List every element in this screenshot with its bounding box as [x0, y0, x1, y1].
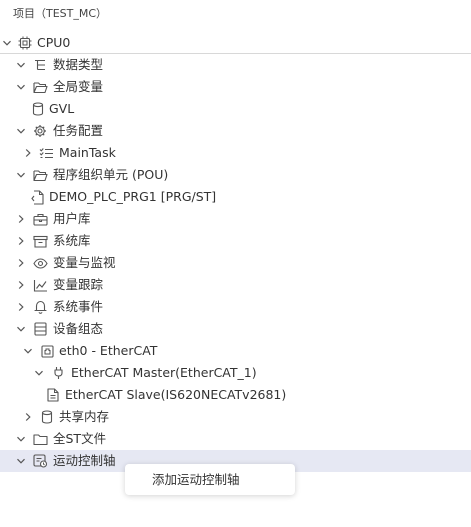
tree-item-label: DEMO_PLC_PRG1 [PRG/ST]	[49, 189, 217, 204]
chevron-down-icon[interactable]	[14, 120, 28, 142]
chevron-down-icon[interactable]	[21, 340, 35, 362]
bell-icon	[32, 296, 48, 318]
chevron-right-icon[interactable]	[14, 274, 28, 296]
tree-item-ethercat-slave[interactable]: EtherCAT Slave(IS620NECATv2681)	[0, 384, 471, 406]
chevron-right-icon[interactable]	[14, 296, 28, 318]
task-list-icon	[38, 142, 54, 164]
device-stack-icon	[32, 318, 48, 340]
tree-item-maintask[interactable]: MainTask	[0, 142, 471, 164]
tree-item-ethercat-master[interactable]: EtherCAT Master(EtherCAT_1)	[0, 362, 471, 384]
tree-item-label: 系统库	[53, 233, 91, 248]
tree-item-label: 程序组织单元 (POU)	[53, 167, 169, 182]
tree-item-all-st-files[interactable]: 全ST文件	[0, 428, 471, 450]
chevron-down-icon[interactable]	[0, 32, 14, 54]
tree-item-label: EtherCAT Slave(IS620NECATv2681)	[65, 387, 287, 402]
folder-icon	[32, 428, 48, 450]
chevron-right-icon[interactable]	[14, 208, 28, 230]
tree-divider	[0, 53, 471, 54]
tree-item-user-lib[interactable]: 用户库	[0, 208, 471, 230]
tree-item-label: 变量与监视	[53, 255, 116, 270]
project-panel-title: 项目（TEST_MC）	[13, 7, 108, 20]
tree-item-label: 共享内存	[59, 409, 110, 424]
database-icon	[30, 98, 46, 120]
tree-item-label: 系统事件	[53, 299, 104, 314]
tree-item-label: 变量跟踪	[53, 277, 104, 292]
tree-item-label: EtherCAT Master(EtherCAT_1)	[71, 365, 257, 380]
eye-icon	[32, 252, 48, 274]
context-menu-add-motion-axis[interactable]: 添加运动控制轴	[152, 464, 240, 495]
tree-item-cpu0[interactable]: CPU0	[0, 32, 471, 54]
tree-item-label: 全ST文件	[53, 431, 107, 446]
chevron-down-icon[interactable]	[14, 450, 28, 472]
slave-file-icon	[45, 384, 61, 406]
database-icon	[39, 406, 55, 428]
chevron-right-icon[interactable]	[21, 406, 35, 428]
tree-item-gvl[interactable]: GVL	[0, 98, 471, 120]
tree-item-trace[interactable]: 变量跟踪	[0, 274, 471, 296]
tree-item-label: 任务配置	[53, 123, 104, 138]
trend-chart-icon	[32, 274, 48, 296]
chevron-down-icon[interactable]	[14, 318, 28, 340]
data-type-icon	[32, 54, 48, 76]
chevron-right-icon[interactable]	[14, 230, 28, 252]
tree-item-global-vars[interactable]: 全局变量	[0, 76, 471, 98]
tree-item-pou[interactable]: 程序组织单元 (POU)	[0, 164, 471, 186]
tree-item-eth0[interactable]: eth0 - EtherCAT	[0, 340, 471, 362]
briefcase-icon	[32, 208, 48, 230]
tree-item-label: 设备组态	[53, 321, 104, 336]
chevron-down-icon[interactable]	[14, 54, 28, 76]
archive-icon	[32, 230, 48, 252]
tree-item-device-config[interactable]: 设备组态	[0, 318, 471, 340]
gear-icon	[32, 120, 48, 142]
folder-open-icon	[32, 164, 48, 186]
chevron-down-icon[interactable]	[14, 76, 28, 98]
tree-item-label: 用户库	[53, 211, 91, 226]
tree-item-system-lib[interactable]: 系统库	[0, 230, 471, 252]
chevron-right-icon[interactable]	[14, 252, 28, 274]
tree-item-label: 运动控制轴	[53, 453, 116, 468]
network-port-icon	[39, 340, 55, 362]
tree-item-label: GVL	[49, 101, 75, 116]
tree-item-data-types[interactable]: 数据类型	[0, 54, 471, 76]
motion-axis-icon	[32, 450, 48, 472]
project-tree: CPU0 数据类型 全局变量 GVL 任务配置 MainTask 程序组织单元 …	[0, 32, 471, 472]
cpu-icon	[17, 32, 33, 54]
plug-icon	[50, 362, 66, 384]
tree-item-task-config[interactable]: 任务配置	[0, 120, 471, 142]
tree-item-demo-plc-prg1[interactable]: DEMO_PLC_PRG1 [PRG/ST]	[0, 186, 471, 208]
chevron-right-icon[interactable]	[21, 142, 35, 164]
chevron-down-icon[interactable]	[14, 428, 28, 450]
tree-item-watch[interactable]: 变量与监视	[0, 252, 471, 274]
tree-item-label: MainTask	[59, 145, 116, 160]
tree-item-system-events[interactable]: 系统事件	[0, 296, 471, 318]
folder-open-icon	[32, 76, 48, 98]
context-menu: 添加运动控制轴	[125, 464, 295, 495]
tree-item-label: 全局变量	[53, 79, 104, 94]
tree-item-label: 数据类型	[53, 57, 104, 72]
program-file-icon	[29, 186, 45, 208]
tree-item-label: eth0 - EtherCAT	[59, 343, 158, 358]
chevron-down-icon[interactable]	[32, 362, 46, 384]
chevron-down-icon[interactable]	[14, 164, 28, 186]
tree-item-label: CPU0	[37, 35, 71, 50]
tree-item-shared-memory[interactable]: 共享内存	[0, 406, 471, 428]
